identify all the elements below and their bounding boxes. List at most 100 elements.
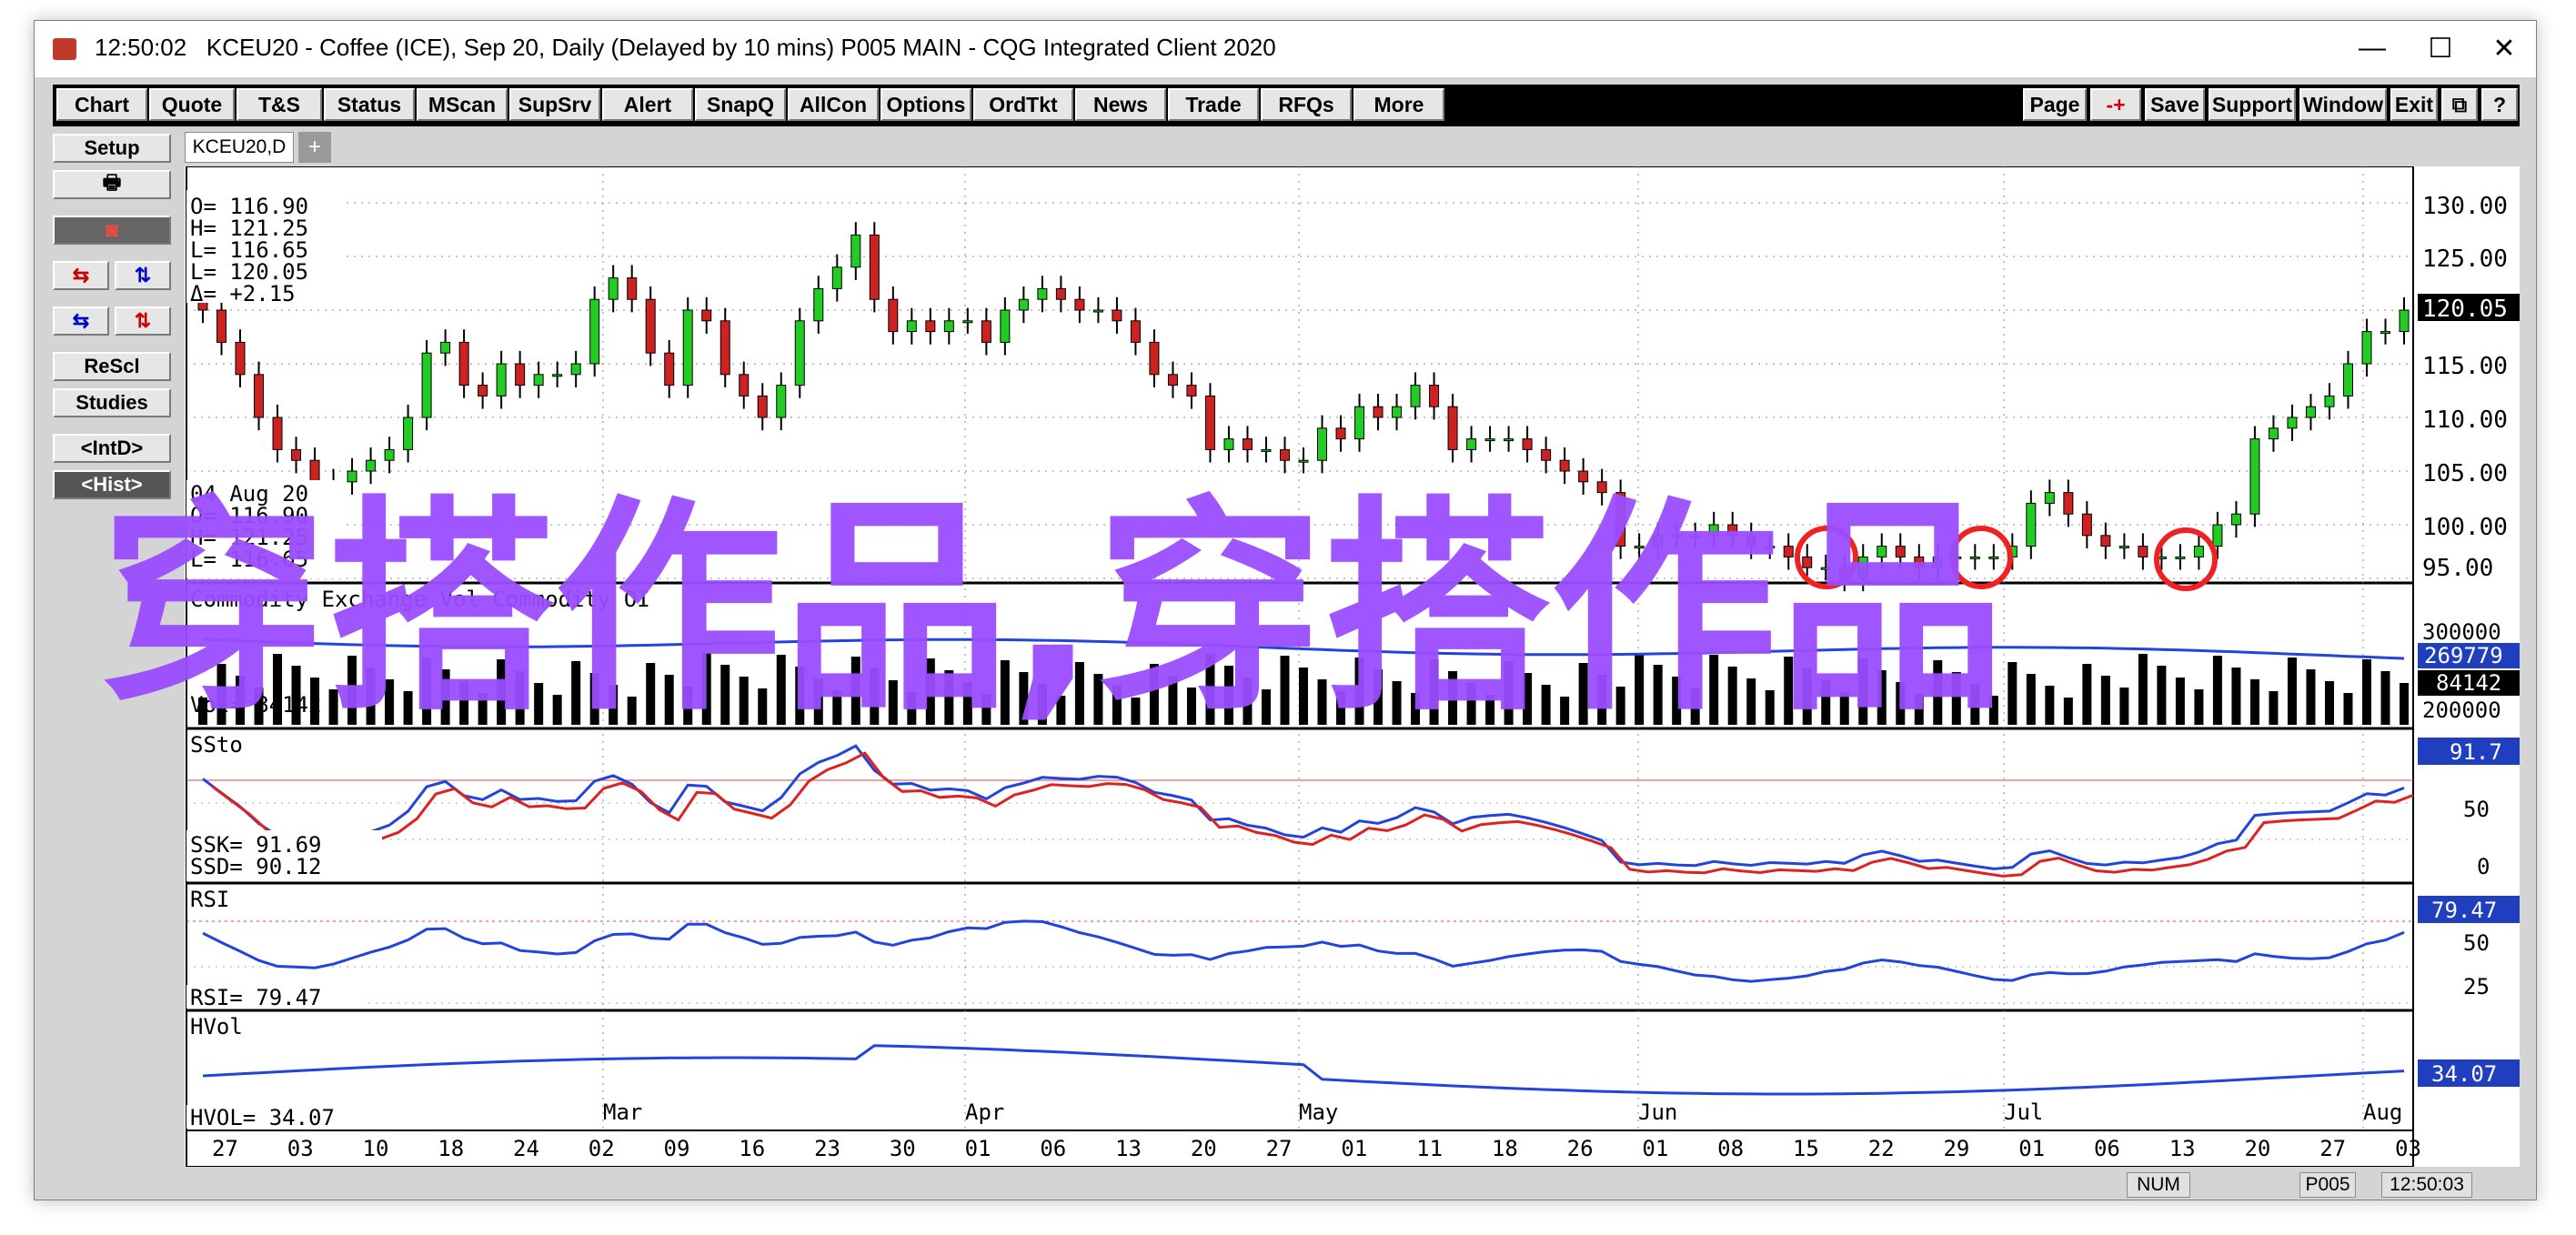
menu-alert[interactable]: Alert — [602, 88, 693, 121]
candle-body — [1261, 448, 1272, 452]
menu-zoom[interactable]: -+ — [2090, 88, 2141, 121]
x-day-tick: 02 — [589, 1136, 615, 1161]
menu-mscan[interactable]: MScan — [417, 88, 508, 121]
candle-body — [1074, 298, 1085, 311]
candle-body — [1578, 470, 1589, 483]
volume-bar — [1727, 667, 1737, 725]
candle-body — [1690, 535, 1701, 538]
history-button[interactable]: <Hist> — [53, 470, 171, 499]
menu-snapq[interactable]: SnapQ — [695, 88, 786, 121]
chart-svg[interactable]: O= 116.90 H= 121.25 L= 116.65 L= 120.05 … — [185, 166, 2520, 1168]
menu-quote[interactable]: Quote — [149, 88, 235, 121]
volume-bar — [1802, 668, 1812, 725]
menu-save[interactable]: Save — [2145, 88, 2205, 121]
candle-body — [1727, 524, 1738, 537]
scroll-left-icon[interactable]: ⇆ — [53, 261, 109, 290]
candle-body — [1988, 556, 1999, 559]
studies-button[interactable]: Studies — [53, 388, 171, 417]
print-icon[interactable]: 🖶 — [53, 170, 171, 199]
candle-body — [403, 417, 414, 450]
volume-tick-200000: 200000 — [2422, 698, 2501, 723]
status-page: P005 — [2299, 1172, 2356, 1198]
rescale-button[interactable]: ReScl — [53, 352, 171, 381]
menu-more[interactable]: More — [1353, 88, 1444, 121]
x-day-tick: 03 — [2395, 1136, 2421, 1161]
candle-body — [440, 341, 451, 354]
menu-window[interactable]: Window — [2299, 88, 2387, 121]
candle-body — [1392, 406, 1403, 418]
volume-bar — [701, 653, 711, 725]
candle-body — [1055, 287, 1066, 300]
volume-bar — [328, 689, 338, 725]
menu-chart[interactable]: Chart — [56, 88, 147, 121]
close-button[interactable]: ✕ — [2463, 26, 2545, 70]
volume-bar — [1914, 694, 1924, 725]
candle-body — [1000, 309, 1011, 343]
menu-trade[interactable]: Trade — [1168, 88, 1259, 121]
volume-bar — [2380, 671, 2390, 725]
scroll-vertical-icon[interactable]: ⇅ — [115, 261, 171, 290]
setup-button[interactable]: Setup — [53, 134, 171, 163]
help-icon[interactable]: ? — [2481, 88, 2518, 121]
menu-ordtkt[interactable]: OrdTkt — [973, 88, 1073, 121]
candle-body — [1429, 385, 1440, 407]
zoom-horizontal-icon[interactable]: ⇆ — [53, 306, 109, 336]
price-tick-125: 125.00 — [2422, 246, 2508, 273]
volume-bar — [2194, 689, 2204, 725]
add-tab-button[interactable]: + — [298, 132, 331, 163]
candle-body — [2081, 513, 2092, 537]
candle-body — [458, 341, 469, 387]
app-icon — [53, 38, 76, 60]
candle-body — [1242, 438, 1253, 450]
price-tick-130: 130.00 — [2422, 193, 2508, 220]
volume-bar — [2119, 688, 2129, 725]
intraday-button[interactable]: <IntD> — [53, 434, 171, 463]
restore-icon[interactable]: ⧉ — [2441, 88, 2478, 121]
x-day-tick: 01 — [2018, 1136, 2045, 1161]
volume-bar — [385, 679, 395, 725]
x-day-tick: 09 — [664, 1136, 690, 1161]
rsi-value-label: RSI= 79.47 — [190, 985, 322, 1010]
x-day-tick: 27 — [2319, 1136, 2346, 1161]
volume-bar — [1392, 681, 1402, 725]
candle-body — [1615, 492, 1626, 547]
month-jul: Jul — [2004, 1099, 2043, 1125]
volume-bar — [2306, 669, 2316, 725]
ohlc-delta: Δ= +2.15 — [190, 281, 296, 306]
candle-body — [1877, 546, 1887, 557]
menu-supsrv[interactable]: SupSrv — [509, 88, 600, 121]
price-tick-105: 105.00 — [2422, 460, 2508, 487]
volume-bar — [1299, 668, 1308, 725]
chart-area[interactable]: O= 116.90 H= 121.25 L= 116.65 L= 120.05 … — [185, 166, 2520, 1168]
candle-body — [1504, 438, 1514, 442]
volume-tick-300000: 300000 — [2422, 619, 2501, 645]
rsi-label: RSI — [190, 887, 229, 912]
volume-bar — [1858, 658, 1868, 725]
menu-rfqs[interactable]: RFQs — [1261, 88, 1352, 121]
month-aug: Aug — [2363, 1099, 2402, 1125]
volume-bar — [1149, 664, 1159, 725]
menu-page[interactable]: Page — [2023, 88, 2087, 121]
volume-bar — [2157, 666, 2167, 725]
menu-options[interactable]: Options — [880, 88, 971, 121]
volume-bar — [1746, 678, 1756, 725]
volume-bar — [1093, 674, 1103, 725]
candle-body — [664, 352, 675, 387]
menu-allcon[interactable]: AllCon — [788, 88, 879, 121]
x-day-tick: 13 — [1115, 1136, 1142, 1161]
menu-exit[interactable]: Exit — [2390, 88, 2438, 121]
tool-icon[interactable]: ◙ — [53, 216, 171, 245]
menu-status[interactable]: Status — [324, 88, 415, 121]
menu-support[interactable]: Support — [2209, 88, 2296, 121]
tab-kceu20[interactable]: KCEU20,D — [185, 132, 294, 163]
volume-bar — [2287, 658, 2297, 725]
zoom-vertical-icon[interactable]: ⇅ — [115, 306, 171, 336]
menu-news[interactable]: News — [1075, 88, 1166, 121]
x-day-tick: 08 — [1717, 1136, 1744, 1161]
candle-body — [1969, 556, 1980, 559]
candle-body — [1596, 481, 1607, 494]
volume-label: Commodity Exchange Vol Commodity OI — [190, 587, 650, 612]
candle-body — [1167, 374, 1178, 387]
volume-bar — [1186, 688, 1196, 725]
menu-ts[interactable]: T&S — [236, 88, 322, 121]
